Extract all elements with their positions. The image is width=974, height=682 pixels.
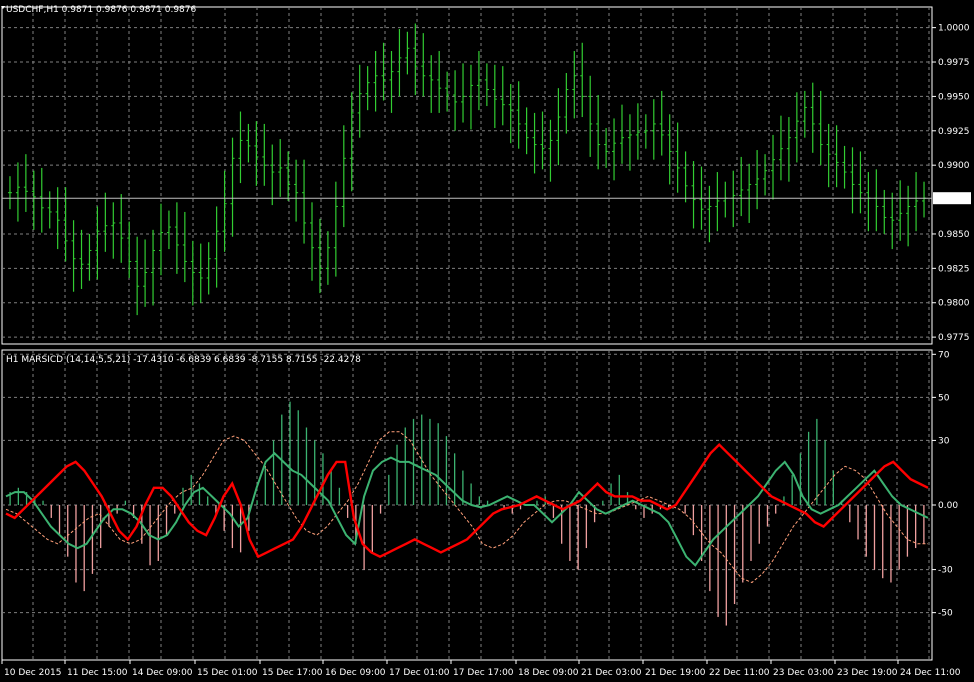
x-tick-label: 17 Dec 01:00 <box>389 668 450 678</box>
x-tick-label: 16 Dec 09:00 <box>325 668 386 678</box>
x-tick-label: 22 Dec 11:00 <box>709 668 770 678</box>
y-tick-label: 0.9850 <box>938 230 970 240</box>
y-tick-label: 1.0000 <box>938 24 970 34</box>
indicator-panel: H1 MARSICD (14,14,5,5,21) -17.4310 -6.68… <box>5 350 958 626</box>
x-tick-label: 11 Dec 15:00 <box>67 668 128 678</box>
y-tick-label: -30 <box>938 566 953 576</box>
y-tick-label: 0.9925 <box>938 127 970 137</box>
y-tick-label: 0.9800 <box>938 299 970 309</box>
chart-canvas: USDCHF,H1 0.9871 0.9876 0.9871 0.9876 0.… <box>1 5 971 678</box>
indicator-y-axis: 70 50 30 0.00 -30 -50 <box>932 350 958 619</box>
indicator-header: H1 MARSICD (14,14,5,5,21) -17.4310 -6.68… <box>6 355 361 365</box>
grid <box>1 6 933 661</box>
chart-window: USDCHF,H1 0.9871 0.9876 0.9871 0.9876 0.… <box>0 0 974 682</box>
y-tick-label: 70 <box>938 350 950 360</box>
y-tick-label: 0.9775 <box>938 333 970 343</box>
x-tick-label: 23 Dec 19:00 <box>837 668 898 678</box>
main-panel-frame <box>1 6 933 345</box>
price-bars <box>7 23 927 316</box>
x-tick-label: 23 Dec 03:00 <box>773 668 834 678</box>
y-tick-label: 0.9900 <box>938 161 970 171</box>
x-tick-label: 10 Dec 2015 <box>4 668 62 678</box>
x-tick-label: 14 Dec 09:00 <box>132 668 193 678</box>
y-tick-label: 0.9975 <box>938 58 970 68</box>
y-tick-label: 0.00 <box>938 501 958 511</box>
x-tick-label: 21 Dec 03:00 <box>581 668 642 678</box>
indicator-histogram <box>9 401 925 626</box>
x-tick-label: 24 Dec 11:00 <box>900 668 961 678</box>
x-tick-label: 15 Dec 17:00 <box>262 668 323 678</box>
y-tick-label: 0.9825 <box>938 264 970 274</box>
y-tick-label: 0.9950 <box>938 92 970 102</box>
y-tick-label: 50 <box>938 393 950 403</box>
y-tick-label: 30 <box>938 436 950 446</box>
main-header: USDCHF,H1 0.9871 0.9876 0.9871 0.9876 <box>6 5 196 15</box>
time-axis: 10 Dec 2015 11 Dec 15:00 14 Dec 09:00 15 De… <box>1 660 961 678</box>
x-tick-label: 17 Dec 17:00 <box>453 668 514 678</box>
x-tick-label: 21 Dec 19:00 <box>645 668 706 678</box>
main-price-panel: USDCHF,H1 0.9871 0.9876 0.9871 0.9876 0.… <box>1 5 971 343</box>
y-tick-label: -50 <box>938 609 953 619</box>
current-price-label: 0.9876 <box>937 194 969 204</box>
x-tick-label: 18 Dec 09:00 <box>518 668 579 678</box>
x-tick-label: 15 Dec 01:00 <box>197 668 258 678</box>
indicator-lines <box>5 431 929 584</box>
red-line <box>5 443 929 559</box>
main-y-axis: 1.0000 0.9975 0.9950 0.9925 0.9900 0.9850 0.98… <box>932 24 970 343</box>
